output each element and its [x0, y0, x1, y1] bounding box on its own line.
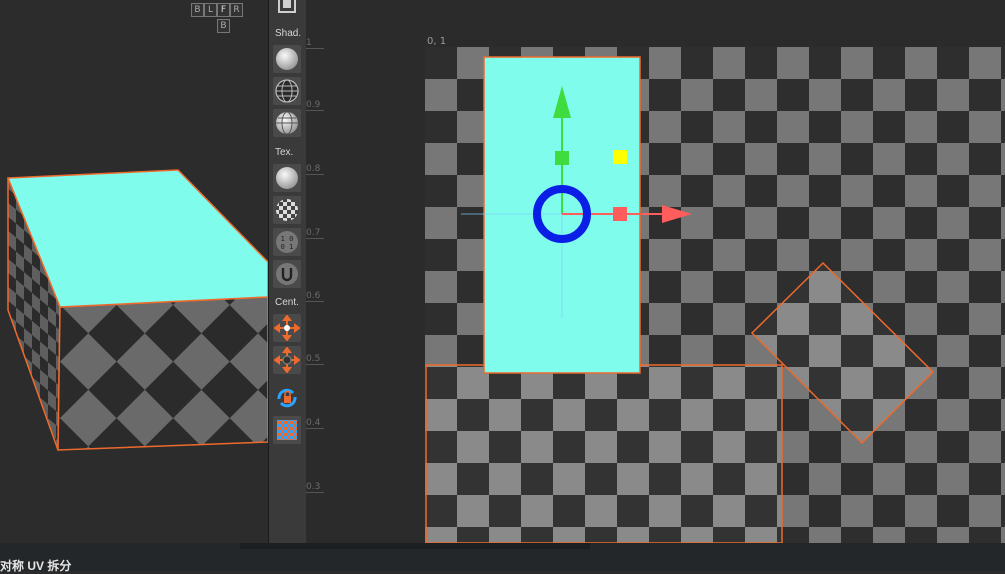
- checker-texture-button[interactable]: [273, 196, 301, 224]
- texture-off-button[interactable]: [273, 164, 301, 192]
- frame-toggle-button[interactable]: [273, 0, 301, 18]
- center-pivot-icon: [274, 315, 300, 341]
- uv-editor-canvas[interactable]: 1 0.9 0.8 0.7 0.6 0.5 0.4 0.3 0, 1: [306, 0, 1005, 543]
- caption-title: 对称 UV 拆分: [0, 559, 72, 573]
- shaded-sphere-icon: [276, 48, 298, 70]
- svg-text:0 1: 0 1: [281, 243, 294, 251]
- viewcube-bottom[interactable]: B: [217, 19, 230, 33]
- texture-section-label: Tex.: [275, 147, 294, 158]
- scale-x-handle[interactable]: [613, 207, 627, 221]
- custom-texture-icon: [276, 263, 298, 285]
- center-selection-button[interactable]: [273, 346, 301, 374]
- frame-icon: [278, 0, 296, 13]
- box-front-face[interactable]: [57, 296, 268, 451]
- uv-grid-button[interactable]: [273, 416, 301, 444]
- viewcube-back[interactable]: B: [191, 3, 204, 17]
- center-pivot-button[interactable]: [273, 314, 301, 342]
- scale-y-handle[interactable]: [555, 151, 569, 165]
- binary-texture-icon: 1 0 0 1: [276, 231, 298, 253]
- shading-section-label: Shad.: [275, 28, 302, 39]
- svg-text:1 0: 1 0: [281, 235, 294, 243]
- texture-off-icon: [276, 167, 298, 189]
- lock-rotate-button[interactable]: [273, 384, 301, 412]
- checker-texture-icon: [276, 199, 298, 221]
- scale-uniform-handle[interactable]: [613, 150, 627, 164]
- uv-grid-icon: [277, 420, 297, 440]
- viewcube-right[interactable]: R: [230, 3, 243, 17]
- caption-bar: 对称 UV 拆分: [0, 543, 1005, 573]
- center-section-label: Cent.: [275, 297, 299, 308]
- uv-layout[interactable]: [306, 0, 1005, 543]
- viewcube-left[interactable]: L: [204, 3, 217, 17]
- wireframe-mode-button[interactable]: [273, 77, 301, 105]
- uv-toolbar: Shad. Tex. 1 0 0 1 Cent.: [268, 0, 307, 543]
- shaded-wire-mode-button[interactable]: [273, 109, 301, 137]
- 3d-viewport[interactable]: B L F R B: [0, 0, 268, 543]
- custom-texture-button[interactable]: [273, 260, 301, 288]
- wireframe-sphere-icon: [275, 79, 299, 103]
- shaded-wire-sphere-icon: [276, 111, 298, 135]
- shaded-mode-button[interactable]: [273, 45, 301, 73]
- uv-shell-front[interactable]: [425, 364, 783, 543]
- lock-rotate-icon: [277, 388, 297, 408]
- viewcube-front[interactable]: F: [217, 3, 230, 17]
- caption-strip: [240, 543, 590, 549]
- center-selection-icon: [274, 347, 300, 373]
- binary-texture-button[interactable]: 1 0 0 1: [273, 228, 301, 256]
- 3d-box-mesh[interactable]: [0, 0, 268, 543]
